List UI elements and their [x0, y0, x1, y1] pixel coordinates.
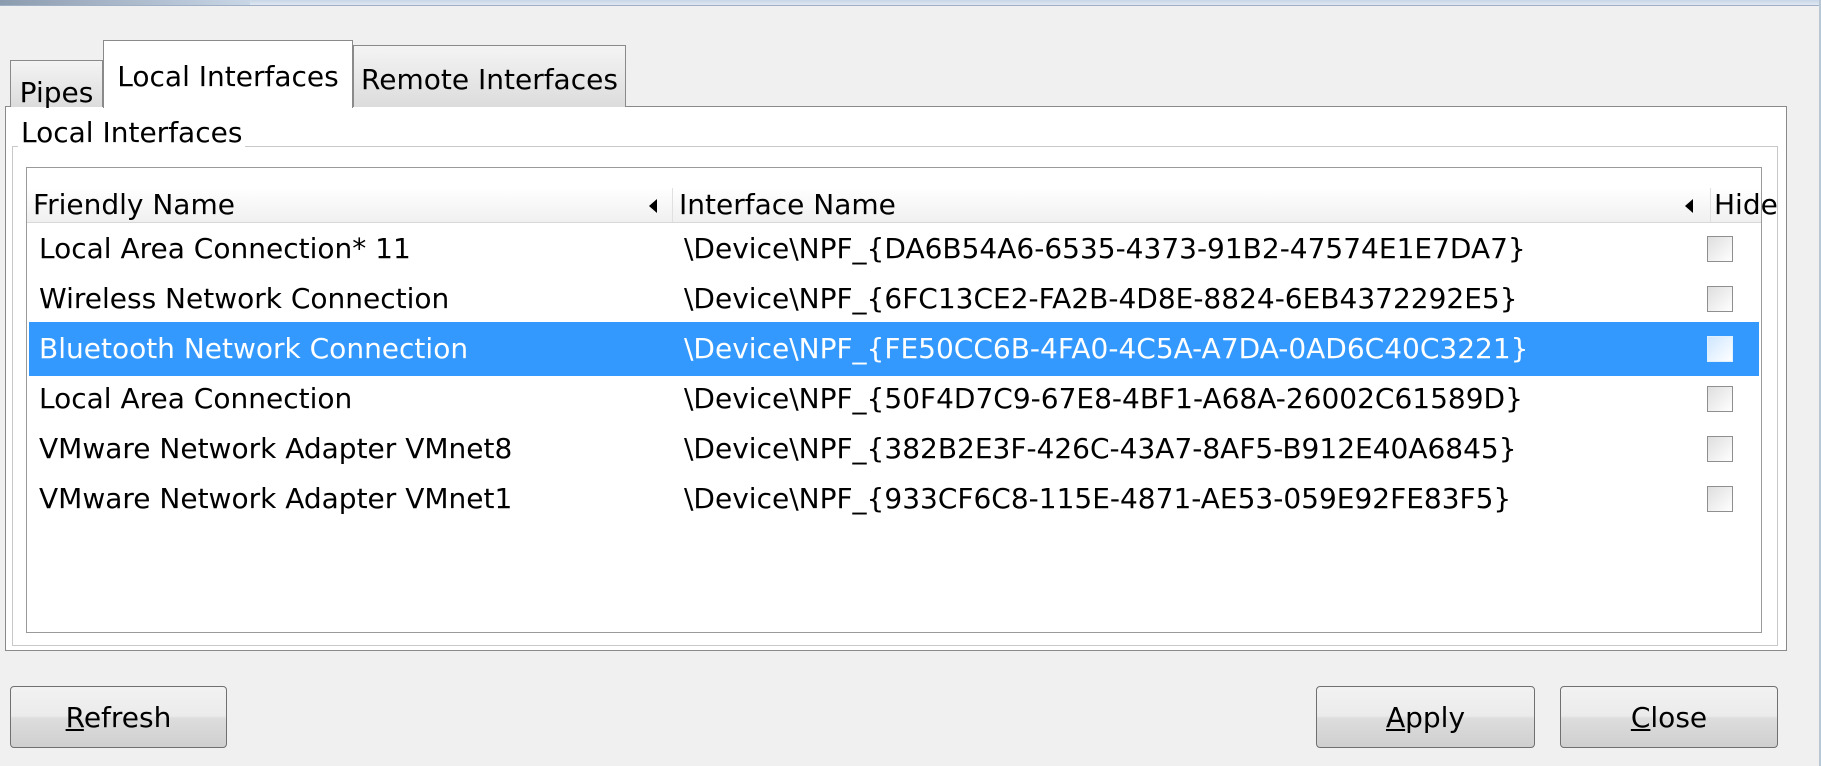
friendly-name-cell: Local Area Connection — [39, 382, 353, 415]
column-header-label: Friendly Name — [33, 188, 235, 221]
close-button[interactable]: Close — [1560, 686, 1778, 748]
refresh-button[interactable]: Refresh — [10, 686, 227, 748]
interface-name-cell: \Device\NPF_{FE50CC6B-4FA0-4C5A-A7DA-0AD… — [684, 332, 1529, 365]
sort-arrow-icon[interactable] — [1685, 199, 1693, 213]
table-row[interactable]: Local Area Connection* 11 \Device\NPF_{D… — [29, 222, 1759, 276]
hide-checkbox[interactable] — [1707, 236, 1733, 262]
friendly-name-cell: Wireless Network Connection — [39, 282, 450, 315]
interface-name-cell: \Device\NPF_{50F4D7C9-67E8-4BF1-A68A-260… — [684, 382, 1523, 415]
hide-checkbox[interactable] — [1707, 386, 1733, 412]
table-row-selected[interactable]: Bluetooth Network Connection \Device\NPF… — [29, 322, 1759, 376]
apply-label: pply — [1405, 700, 1466, 734]
table-row[interactable]: Local Area Connection \Device\NPF_{50F4D… — [29, 372, 1759, 426]
column-header-label: Interface Name — [679, 188, 896, 221]
tab-remote-interfaces[interactable]: Remote Interfaces — [353, 45, 626, 107]
close-mnemonic: C — [1630, 700, 1651, 734]
column-header-label: Hide — [1714, 188, 1778, 221]
table-row[interactable]: Wireless Network Connection \Device\NPF_… — [29, 272, 1759, 326]
sort-arrow-icon[interactable] — [649, 199, 657, 213]
friendly-name-cell: VMware Network Adapter VMnet8 — [39, 432, 513, 465]
friendly-name-cell: Bluetooth Network Connection — [39, 332, 469, 365]
tab-pipes[interactable]: Pipes — [10, 60, 103, 107]
hide-checkbox[interactable] — [1707, 486, 1733, 512]
hide-checkbox[interactable] — [1707, 436, 1733, 462]
friendly-name-cell: VMware Network Adapter VMnet1 — [39, 482, 513, 515]
group-title: Local Interfaces — [18, 118, 246, 148]
column-header-friendly-name[interactable]: Friendly Name — [27, 188, 673, 222]
interface-name-cell: \Device\NPF_{DA6B54A6-6535-4373-91B2-475… — [684, 232, 1526, 265]
column-header-interface-name[interactable]: Interface Name — [673, 188, 1711, 222]
apply-button[interactable]: Apply — [1316, 686, 1535, 748]
interface-name-cell: \Device\NPF_{933CF6C8-115E-4871-AE53-059… — [684, 482, 1512, 515]
window-frame-shade — [0, 0, 250, 5]
apply-mnemonic: A — [1385, 700, 1406, 734]
hide-checkbox[interactable] — [1707, 286, 1733, 312]
refresh-label: efresh — [83, 700, 172, 734]
list-header: Friendly Name Interface Name Hide — [27, 188, 1778, 223]
interface-name-cell: \Device\NPF_{6FC13CE2-FA2B-4D8E-8824-6EB… — [684, 282, 1518, 315]
hide-checkbox[interactable] — [1707, 336, 1733, 362]
interfaces-list[interactable]: Friendly Name Interface Name Hide Local … — [26, 167, 1778, 633]
table-row[interactable]: VMware Network Adapter VMnet1 \Device\NP… — [29, 472, 1759, 526]
close-label: lose — [1650, 700, 1708, 734]
interface-name-cell: \Device\NPF_{382B2E3F-426C-43A7-8AF5-B91… — [684, 432, 1517, 465]
tab-local-interfaces[interactable]: Local Interfaces — [103, 40, 353, 108]
refresh-mnemonic: R — [65, 700, 84, 734]
column-header-hide[interactable]: Hide — [1711, 188, 1778, 222]
table-row[interactable]: VMware Network Adapter VMnet8 \Device\NP… — [29, 422, 1759, 476]
friendly-name-cell: Local Area Connection* 11 — [39, 232, 411, 265]
window-top-frame — [0, 0, 1821, 6]
